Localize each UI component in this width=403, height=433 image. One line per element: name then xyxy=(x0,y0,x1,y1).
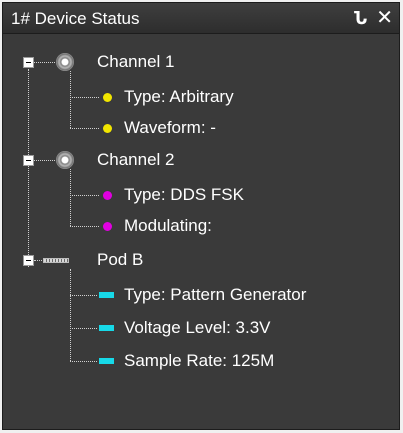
bnc-connector-icon xyxy=(56,53,74,71)
tree-guide-line xyxy=(70,226,99,227)
channel2-type[interactable]: Type: DDS FSK xyxy=(124,185,244,205)
tree-node-channel2[interactable]: Channel 2 xyxy=(97,150,175,170)
status-dot-icon xyxy=(103,222,112,231)
status-bar-icon xyxy=(99,292,114,298)
panel-title: 1# Device Status xyxy=(11,9,140,28)
device-tree: Channel 1 Type: Arbitrary Waveform: - Ch… xyxy=(3,33,399,429)
tree-guide-line xyxy=(28,69,29,267)
tree-node-podb[interactable]: Pod B xyxy=(97,250,143,270)
panel-titlebar[interactable]: 1# Device Status Ն ✕ xyxy=(3,3,399,34)
status-bar-icon xyxy=(99,325,114,331)
channel2-modulating[interactable]: Modulating: xyxy=(124,216,212,236)
podb-type[interactable]: Type: Pattern Generator xyxy=(124,285,306,305)
tree-guide-line xyxy=(70,128,99,129)
tree-guide-line xyxy=(34,62,55,63)
close-icon[interactable]: ✕ xyxy=(376,7,393,29)
device-status-panel: 1# Device Status Ն ✕ Channel 1 Type: Arb… xyxy=(2,2,400,430)
tree-guide-line xyxy=(70,361,97,362)
tree-guide-line xyxy=(34,260,42,261)
status-dot-icon xyxy=(103,191,112,200)
channel1-waveform[interactable]: Waveform: - xyxy=(124,118,216,138)
pin-icon[interactable]: Ն xyxy=(354,7,367,29)
tree-guide-line xyxy=(34,160,55,161)
tree-guide-line xyxy=(70,295,97,296)
tree-guide-line xyxy=(70,195,99,196)
tree-guide-line xyxy=(70,71,71,128)
podb-sample-rate[interactable]: Sample Rate: 125M xyxy=(124,351,274,371)
tree-guide-line xyxy=(70,328,97,329)
tree-guide-line xyxy=(70,269,71,361)
status-dot-icon xyxy=(103,124,112,133)
tree-guide-line xyxy=(70,97,99,98)
pod-connector-icon xyxy=(43,258,69,263)
channel1-type[interactable]: Type: Arbitrary xyxy=(124,87,234,107)
podb-voltage-level[interactable]: Voltage Level: 3.3V xyxy=(124,318,271,338)
tree-guide-line xyxy=(70,169,71,226)
tree-node-channel1[interactable]: Channel 1 xyxy=(97,52,175,72)
podb-collapse-toggle[interactable] xyxy=(23,255,34,266)
status-dot-icon xyxy=(103,93,112,102)
bnc-connector-icon xyxy=(56,151,74,169)
channel2-collapse-toggle[interactable] xyxy=(23,155,34,166)
status-bar-icon xyxy=(99,358,114,364)
channel1-collapse-toggle[interactable] xyxy=(23,57,34,68)
